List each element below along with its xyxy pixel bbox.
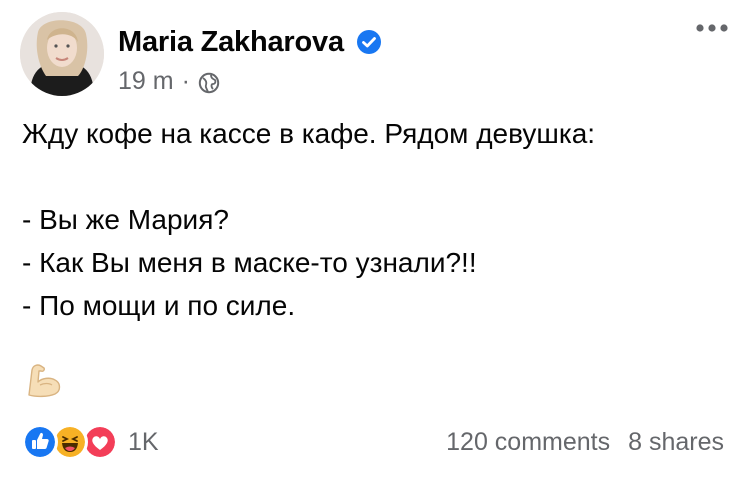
- author-avatar[interactable]: [20, 12, 104, 96]
- post-text-line: Жду кофе на кассе в кафе. Рядом девушка:: [22, 118, 596, 149]
- post-text-line: [22, 155, 722, 198]
- globe-icon[interactable]: [198, 71, 220, 94]
- author-name[interactable]: Maria Zakharova: [118, 26, 344, 58]
- reaction-icons: [22, 424, 120, 460]
- post-meta: 19 m ·: [118, 66, 220, 96]
- post-text-line: - Как Вы меня в маске-то узнали?!!: [22, 247, 477, 278]
- post-text-line: - По мощи и по силе.: [22, 290, 296, 321]
- avatar-image: [20, 12, 104, 96]
- shares-count-link[interactable]: 8 shares: [628, 424, 724, 460]
- comments-count-link[interactable]: 120 comments: [446, 424, 610, 460]
- muscle-icon: [24, 358, 66, 400]
- ellipsis-icon[interactable]: [690, 14, 734, 42]
- like-icon: [22, 424, 58, 460]
- reactions-summary[interactable]: 1K: [22, 424, 159, 460]
- post-text-line: - Вы же Мария?: [22, 204, 229, 235]
- verified-badge-icon: [356, 29, 382, 55]
- facebook-post: Maria Zakharova 19 m · Жду кофе на кассе…: [0, 0, 748, 478]
- post-timestamp[interactable]: 19 m: [118, 66, 174, 96]
- author-line: Maria Zakharova: [118, 26, 382, 58]
- meta-separator: ·: [181, 67, 190, 95]
- engagement-stats: 120 comments 8 shares: [446, 424, 724, 460]
- post-text: Жду кофе на кассе в кафе. Рядом девушка:…: [22, 112, 722, 327]
- reaction-count: 1K: [128, 428, 159, 456]
